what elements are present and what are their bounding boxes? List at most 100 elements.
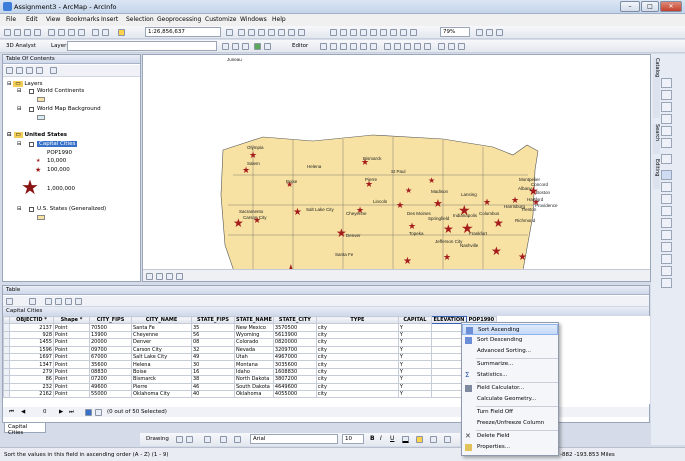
table-cell[interactable]: city [315, 375, 399, 384]
table-cell[interactable]: 40 [191, 389, 235, 399]
rectangle-tool-icon[interactable] [204, 436, 211, 443]
toc-icon[interactable] [238, 29, 245, 36]
fixed-zoom-in-icon[interactable] [380, 29, 387, 36]
clear-selection-icon[interactable] [65, 298, 72, 305]
table-cell[interactable]: 1347 [9, 360, 54, 369]
go-to-xy-icon[interactable] [661, 266, 672, 276]
table-cell[interactable]: Point [53, 323, 90, 332]
copy-icon[interactable] [58, 29, 65, 36]
table-cell[interactable]: Carson City [131, 345, 192, 354]
menu-field-calculator[interactable]: Field Calculator... [462, 383, 558, 394]
menu-edit[interactable]: Edit [26, 16, 38, 23]
table-cell[interactable]: city [315, 338, 399, 347]
edit-tool-icon[interactable] [320, 43, 327, 50]
table-cell[interactable]: 30 [191, 360, 235, 369]
font-color-icon[interactable] [402, 436, 409, 443]
cut-polygons-icon[interactable] [404, 43, 411, 50]
table-cell[interactable]: South Dakota [234, 382, 274, 391]
menu-turn-field-off[interactable]: Turn Field Off [462, 407, 558, 418]
column-header[interactable]: OBJECTID * [9, 316, 54, 325]
table-cell[interactable]: Y [397, 323, 432, 332]
table-cell[interactable]: 4649600 [272, 382, 317, 391]
table-cell[interactable]: city [315, 330, 399, 340]
go-back-icon[interactable] [661, 138, 672, 148]
map-view[interactable]: ★ ★ ★ ★ ★ ★ ★ ★ ★ ★ ★ ★ ★ ★ ★ ★ ★ ★ ★ ★ … [142, 54, 651, 282]
data-view-icon[interactable] [146, 273, 153, 280]
redo-icon[interactable] [102, 29, 109, 36]
table-cell[interactable]: Y [397, 389, 432, 399]
minimize-button[interactable]: – [620, 1, 640, 12]
paste-icon[interactable] [68, 29, 75, 36]
table-cell[interactable]: 2162 [9, 389, 54, 399]
menu-customize[interactable]: Customize [205, 16, 237, 23]
table-row[interactable]: 2137 Point 70500 Santa Fe 35 New Mexico 357050… [3, 323, 497, 332]
attribute-table[interactable]: OBJECTID * Shape * CITY_FIPS CITY_NAME STATE… [3, 316, 497, 399]
catalog-tab[interactable]: Catalog [653, 58, 660, 118]
table-cell[interactable]: 49600 [89, 382, 132, 391]
expand-capital-cities[interactable]: ⊟ [17, 141, 22, 147]
table-cell[interactable]: 13900 [89, 330, 132, 340]
table-cell[interactable]: 56 [191, 330, 235, 340]
identify-icon[interactable] [661, 194, 672, 204]
column-header[interactable]: TYPE [315, 316, 399, 325]
table-cell[interactable]: city [315, 382, 399, 391]
table-cell[interactable]: New Mexico [234, 323, 274, 332]
table-cell[interactable]: 20000 [89, 338, 132, 347]
delete-icon[interactable] [78, 29, 85, 36]
pan-icon[interactable] [661, 102, 672, 112]
table-cell[interactable]: city [315, 323, 399, 332]
menu-advanced-sorting[interactable]: Advanced Sorting... [462, 346, 558, 357]
table-cell[interactable]: Point [53, 375, 90, 384]
edit-vertices-tool-icon[interactable] [234, 436, 241, 443]
table-row[interactable]: 279Point08830Boise16Idaho1608830cityY2 [3, 367, 497, 377]
help-icon[interactable] [298, 29, 305, 36]
editor-toolbar-icon[interactable] [226, 29, 233, 36]
table-cell[interactable]: 928 [9, 330, 54, 340]
table-cell[interactable]: 3807200 [272, 375, 317, 384]
menu-statistics[interactable]: Σ Statistics... [462, 370, 558, 381]
table-cell[interactable]: city [315, 352, 399, 362]
column-header[interactable]: CITY_NAME [131, 316, 192, 325]
table-cell[interactable]: 3035600 [272, 360, 317, 369]
editing-tab[interactable]: Editing [653, 159, 660, 189]
search-tab[interactable]: Search [653, 124, 660, 154]
html-popup-icon[interactable] [661, 218, 672, 228]
table-cell[interactable]: 07200 [89, 375, 132, 384]
new-icon[interactable] [4, 29, 11, 36]
column-header[interactable]: Shape * [53, 316, 90, 325]
table-cell[interactable]: Santa Fe [131, 323, 192, 332]
select-elements-tool-icon[interactable] [176, 436, 183, 443]
table-cell[interactable]: 70500 [89, 323, 132, 332]
python-icon[interactable] [278, 29, 285, 36]
menu-sort-descending[interactable]: Sort Descending [462, 335, 558, 346]
layer-combo[interactable] [67, 41, 217, 51]
show-selected-records-icon[interactable] [95, 409, 102, 416]
refresh-icon[interactable] [166, 273, 173, 280]
analyst-menu[interactable]: 3D Analyst [6, 43, 36, 49]
table-cell[interactable]: Y [397, 360, 432, 369]
table-row[interactable]: 232 Point 49600 Pierre 46 South Dakota 4649600… [3, 382, 497, 391]
text-tool-icon[interactable] [220, 436, 227, 443]
menu-geoprocessing[interactable]: Geoprocessing [157, 16, 201, 23]
close-button[interactable]: ✕ [660, 1, 682, 12]
table-cell[interactable]: 0820000 [272, 338, 317, 347]
first-record-icon[interactable]: ⏮ [9, 409, 14, 416]
table-row[interactable]: 2162 Point 55000 Oklahoma City 40 Oklahoma 405… [3, 389, 497, 399]
table-row[interactable]: 86 Point 07200 Bismarck 38 North Dakota 380720… [3, 375, 497, 384]
table-cell[interactable]: 38 [191, 375, 235, 384]
table-cell[interactable]: 279 [9, 367, 54, 377]
table-cell[interactable]: 55000 [89, 389, 132, 399]
line-sight-icon[interactable] [242, 43, 249, 50]
font-size-combo[interactable]: 10 [342, 434, 364, 444]
table-cell[interactable]: 1608830 [272, 367, 317, 377]
column-header[interactable]: STATE_CITY [272, 316, 317, 325]
table-cell[interactable]: 5613900 [272, 330, 317, 340]
underline-button[interactable]: U [390, 435, 394, 442]
print-icon[interactable] [34, 29, 41, 36]
arctoolbox-icon[interactable] [268, 29, 275, 36]
table-cell[interactable]: 2137 [9, 323, 54, 332]
table-cell[interactable]: 16 [191, 367, 235, 377]
find-icon[interactable] [661, 242, 672, 252]
bold-button[interactable]: B [370, 435, 375, 442]
table-cell[interactable]: city [315, 367, 399, 377]
